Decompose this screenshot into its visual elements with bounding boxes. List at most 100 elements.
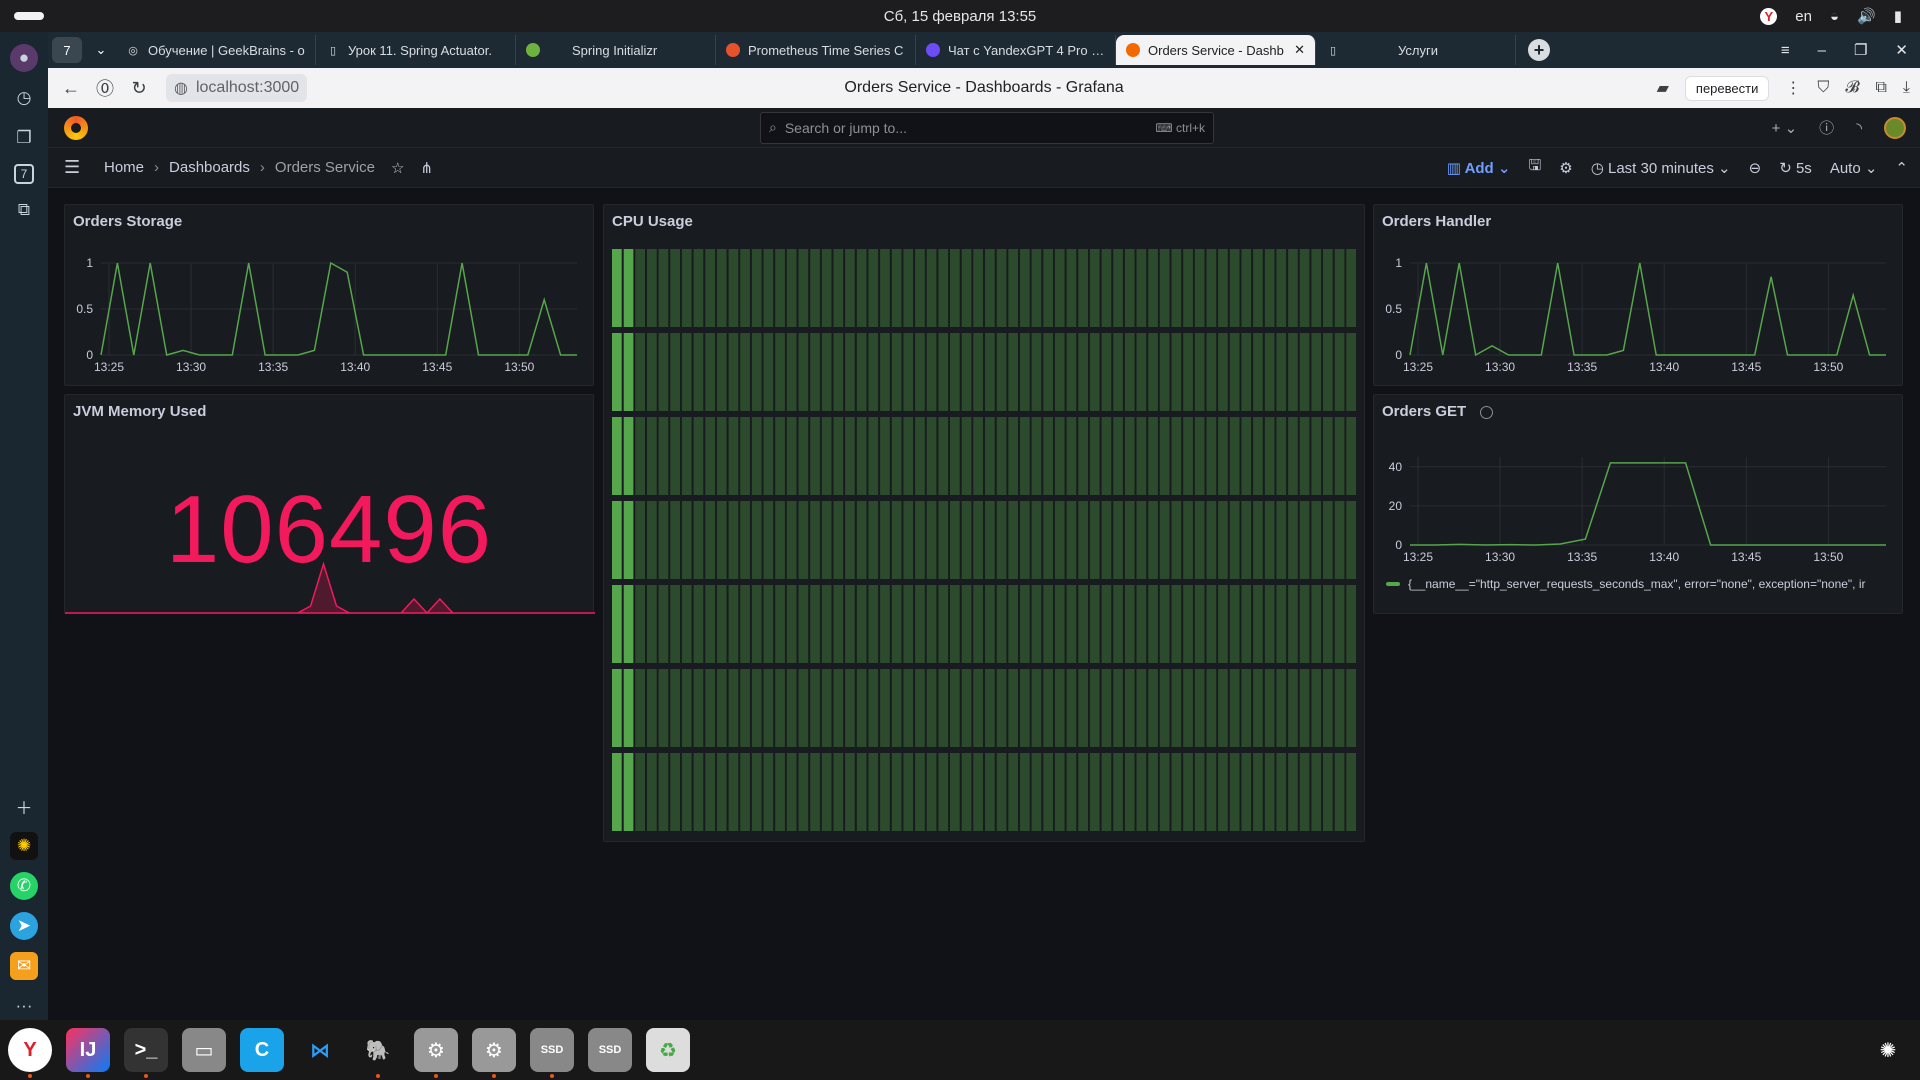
codeium-taskbar-icon[interactable]: C: [240, 1028, 284, 1072]
cpu-bar: [623, 753, 634, 831]
panel-orders-storage[interactable]: Orders Storage 0 0.5 1 13:25 13:30 13:35 13:40…: [64, 204, 594, 386]
settings-gear-icon[interactable]: ⚙: [1559, 159, 1572, 177]
app-icon-sun[interactable]: ✺: [10, 832, 38, 860]
cpu-bar: [1346, 753, 1356, 831]
cpu-bar: [612, 585, 622, 663]
bookmark-icon[interactable]: ▰: [1657, 78, 1669, 98]
url-field[interactable]: ◍ localhost:3000: [166, 74, 308, 102]
disk-taskbar-icon[interactable]: SSD: [530, 1028, 574, 1078]
disk-taskbar-icon[interactable]: SSD: [588, 1028, 632, 1072]
new-tab-button[interactable]: +: [1528, 39, 1550, 61]
legend-item[interactable]: {__name__="http_server_requests_seconds_…: [1386, 577, 1906, 591]
extensions-icon[interactable]: ⧉: [1875, 79, 1886, 97]
extension-b-icon[interactable]: 𝓑: [1845, 79, 1859, 97]
cpu-bar: [1171, 501, 1182, 579]
terminal-taskbar-icon[interactable]: >_: [124, 1028, 168, 1078]
show-apps-icon[interactable]: ✺: [1866, 1028, 1910, 1072]
cpu-bar: [1288, 249, 1298, 327]
tab[interactable]: ▯ Услуги: [1316, 35, 1516, 65]
save-icon[interactable]: 🖫: [1528, 155, 1541, 180]
avatar[interactable]: [1884, 116, 1906, 139]
protect-icon[interactable]: ⛉: [1817, 79, 1829, 97]
collapse-icon[interactable]: ⌃: [1895, 159, 1908, 177]
tab-list-chevron-icon[interactable]: ⌄: [86, 37, 116, 63]
settings-taskbar-icon[interactable]: ⚙: [414, 1028, 458, 1078]
cpu-bar: [845, 501, 855, 579]
add-panel-icon[interactable]: ＋: [10, 792, 38, 820]
cpu-bar: [728, 333, 739, 411]
files-taskbar-icon[interactable]: ▭: [182, 1028, 226, 1072]
profile-avatar[interactable]: ●: [10, 44, 38, 72]
postgres-taskbar-icon[interactable]: 🐘: [356, 1028, 400, 1078]
cpu-bar: [693, 417, 704, 495]
more-vertical-icon[interactable]: ⋮: [1785, 78, 1801, 98]
restore-icon[interactable]: ❐: [1854, 41, 1867, 59]
cpu-bar: [1043, 417, 1053, 495]
share-icon[interactable]: ⋔: [420, 159, 433, 177]
taskbar: Y IJ >_ ▭ C ⋈ 🐘 ⚙ ⚙ SSD SSD ♻ ✺: [0, 1020, 1920, 1080]
cpu-bar: [1311, 333, 1322, 411]
whatsapp-icon[interactable]: ✆: [10, 872, 38, 900]
tab[interactable]: ◎ Обучение | GeekBrains - о: [116, 35, 316, 65]
refresh-interval-picker[interactable]: Auto ⌄: [1830, 159, 1878, 177]
breadcrumb-dashboards[interactable]: Dashboards: [169, 159, 250, 176]
download-icon[interactable]: ⤓: [1903, 79, 1910, 97]
tab-counter[interactable]: 7: [52, 37, 82, 63]
cpu-bar: [810, 249, 820, 327]
yandex-tray-icon[interactable]: Y: [1760, 7, 1778, 25]
close-window-icon[interactable]: ✕: [1895, 41, 1908, 59]
cpu-bar: [705, 753, 715, 831]
add-button[interactable]: ▥ Add ⌄: [1447, 159, 1511, 177]
trash-taskbar-icon[interactable]: ♻: [646, 1028, 690, 1072]
cpu-bar: [845, 669, 855, 747]
refresh-button[interactable]: ↻ 5s: [1779, 159, 1812, 177]
back-icon[interactable]: ←: [54, 78, 88, 99]
tab[interactable]: Чат с YandexGPT 4 Pro | Y: [916, 35, 1116, 65]
panel-orders-get[interactable]: Orders GET 0 20 40 13:25 13:30 13:35 13:40 13:4…: [1373, 394, 1903, 614]
tab[interactable]: Prometheus Time Series C: [716, 35, 916, 65]
breadcrumb-home[interactable]: Home: [104, 159, 144, 176]
cpu-bar: [880, 333, 890, 411]
settings-taskbar-icon[interactable]: ⚙: [472, 1028, 516, 1078]
cpu-bar: [1241, 585, 1252, 663]
screenshot-icon[interactable]: ⧉: [10, 196, 38, 224]
yandex-browser-taskbar-icon[interactable]: Y: [8, 1028, 52, 1078]
menu-toggle-icon[interactable]: ☰: [64, 157, 84, 178]
more-icon[interactable]: ···: [10, 992, 38, 1020]
panel-jvm-memory[interactable]: JVM Memory Used 106496: [64, 394, 595, 615]
intellij-taskbar-icon[interactable]: IJ: [66, 1028, 110, 1078]
star-icon[interactable]: ☆: [391, 159, 404, 177]
minimize-icon[interactable]: –: [1818, 42, 1826, 59]
search-input[interactable]: ⌕ Search or jump to... ⌨ ctrl+k: [760, 111, 1214, 144]
cpu-bar: [1299, 333, 1310, 411]
activities-button[interactable]: [14, 12, 44, 20]
cpu-bar: [915, 585, 925, 663]
tab-active[interactable]: Orders Service - Dashb ✕: [1116, 35, 1316, 65]
tab[interactable]: Spring Initializr: [516, 35, 716, 65]
zoom-out-icon[interactable]: ⊖: [1749, 159, 1762, 177]
system-clock[interactable]: Сб, 15 февраля 13:55: [884, 8, 1037, 25]
translate-button[interactable]: перевести: [1684, 75, 1770, 101]
yandex-shield-icon[interactable]: ⓪: [88, 75, 122, 101]
site-info-icon[interactable]: ◍: [174, 78, 188, 98]
telegram-icon[interactable]: ➤: [10, 912, 38, 940]
history-icon[interactable]: ◷: [10, 84, 38, 112]
keyboard-layout[interactable]: en: [1795, 8, 1812, 25]
mail-icon[interactable]: ✉: [10, 952, 38, 980]
panel-orders-handler[interactable]: Orders Handler 0 0.5 1 13:25 13:30 13:35 13:40…: [1373, 204, 1903, 386]
tabs-icon[interactable]: 7: [14, 164, 34, 184]
reload-icon[interactable]: ↻: [122, 78, 156, 99]
new-plus-icon[interactable]: + ⌄: [1772, 119, 1798, 137]
panel-cpu-usage[interactable]: CPU Usage: [603, 204, 1365, 842]
help-icon[interactable]: ⓘ: [1819, 117, 1834, 138]
time-range-picker[interactable]: ◷ Last 30 minutes ⌄: [1591, 159, 1731, 177]
collections-icon[interactable]: ❐: [10, 124, 38, 152]
vscode-taskbar-icon[interactable]: ⋈: [298, 1028, 342, 1072]
grafana-logo-icon[interactable]: [64, 115, 88, 140]
system-tray[interactable]: Y en ◒ 🔊 ▮: [1760, 0, 1902, 32]
cpu-bar: [1346, 333, 1356, 411]
news-feed-icon[interactable]: ◝: [1856, 119, 1862, 137]
menu-icon[interactable]: ≡: [1781, 42, 1790, 59]
close-tab-icon[interactable]: ✕: [1294, 42, 1305, 58]
tab[interactable]: ▯ Урок 11. Spring Actuator.: [316, 35, 516, 65]
